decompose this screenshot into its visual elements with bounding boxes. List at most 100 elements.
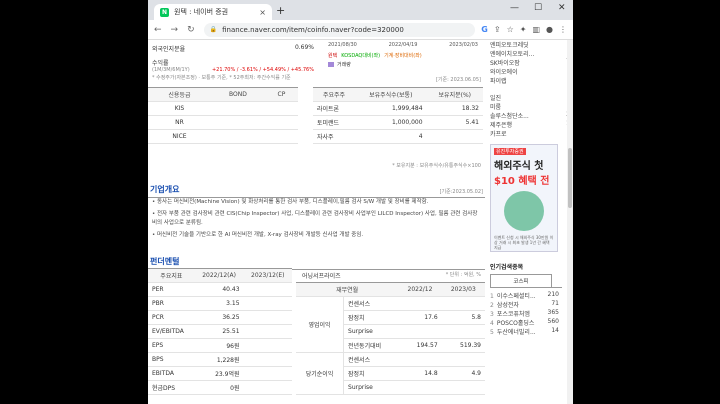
popular-rank: 5 (490, 329, 494, 336)
metric-name: Surprise (343, 380, 399, 395)
popular-name: POSCO홀딩스 (496, 320, 535, 327)
table-row: BPS 1,228원 (148, 352, 292, 367)
surprise-caption: 어닝서프라이즈 * 단위 : 억원, % (298, 271, 485, 280)
chart-date-3: 2023/02/03 (449, 42, 478, 48)
popular-item[interactable]: 5 두산에너빌리... 14 (490, 327, 562, 336)
popular-left: 1 이수스페셜티... (490, 291, 536, 300)
popular-item[interactable]: 1 이수스페셜티... 210 (490, 291, 562, 300)
indicator-estimate (243, 352, 292, 367)
sidebar-stock-name: SK바이오팜 (490, 60, 520, 67)
sidebar-stock-item[interactable]: 미룸 (490, 102, 573, 111)
sidebar-stock-item[interactable]: 일진 (490, 93, 573, 102)
sidepanel-icon[interactable]: ▥ (532, 25, 540, 34)
metric-period2 (441, 324, 485, 339)
sidebar-stock-name: 카프로 (490, 131, 507, 138)
sidebar-stock-item[interactable]: 파이랩 (490, 76, 573, 85)
surprise-label: 어닝서프라이즈 (302, 273, 341, 280)
metric-period2: 519.39 (441, 338, 485, 353)
indicator-name: PCR (148, 310, 195, 325)
indicator-actual: 1,228원 (194, 352, 244, 367)
metric-name: 전년동기대비 (343, 338, 399, 353)
browser-tab[interactable]: N 원텍 : 네이버 증권 × (154, 4, 272, 20)
indicator-actual: 96원 (194, 338, 244, 353)
popular-value: 71 (551, 300, 559, 307)
close-window-icon[interactable]: ✕ (558, 3, 566, 13)
sidebar-stock-item[interactable]: 카프로 (490, 129, 573, 138)
unit-label: * 단위 : 억원, % (445, 272, 481, 278)
scrollbar-thumb[interactable] (568, 148, 572, 208)
address-bar[interactable]: 🔒 finance.naver.com/item/coinfo.naver?co… (203, 22, 476, 37)
indicator-actual: 23.9억원 (194, 366, 244, 381)
holder-pct: 18.32 (426, 101, 483, 116)
popular-title: 인기검색종목 (490, 264, 524, 271)
indicator-name: 현금DPS (148, 380, 195, 395)
holder-name: 라이트론 (313, 101, 355, 116)
overview-line: • 전자 부품 관련 검사장비 관련 CIS(Chip Inspector) 사… (152, 211, 478, 226)
indicator-name: BPS (148, 352, 195, 367)
menu-icon[interactable]: ⋮ (559, 25, 567, 34)
sidebar-stock-item[interactable]: 엔피오토크레딧 (490, 40, 573, 49)
main-column: 외국인지분율 0.69% 수익률 (1M/3M/6M/1Y) +21.70% /… (148, 40, 485, 404)
ad-banner[interactable]: 유진투자증권 해외주식 첫 $10 혜택 전 이벤트 신청 시 해외주식 30만… (490, 144, 558, 252)
sidebar-stock-name: 와이오에이 (490, 69, 518, 76)
table-row: EBITDA 23.9억원 (148, 366, 292, 381)
page-scrollbar[interactable] (567, 40, 573, 404)
overview-text: 동사는 머신비전(Machine Vision) 및 화상처리를 통한 검사 부… (157, 199, 429, 205)
minimize-icon[interactable]: — (510, 3, 519, 13)
credit-table: 신용등급 BOND CP KIS NR NICE (148, 87, 298, 144)
ad-small: 이벤트 신청 시 해외주식 30만원 이상 거래 시 최초 발생 1년 간 혜택… (494, 235, 554, 250)
fundamentals-title: 펀더멘털 (150, 257, 180, 266)
bookmark-star-icon[interactable]: ☆ (507, 25, 514, 34)
shares-header: 보유주식수(보통) (354, 87, 427, 102)
extensions-icon[interactable]: ✦ (520, 25, 527, 34)
holder-shares: 4 (354, 129, 427, 144)
sidebar-stock-item[interactable]: 제주은행1 (490, 120, 573, 129)
ad-brand: 유진투자증권 (494, 148, 526, 155)
sidebar-stock-item[interactable]: SK바이오팜7 (490, 58, 573, 67)
metric-period2 (441, 296, 485, 311)
popular-item[interactable]: 3 포스코퓨처엠 365 (490, 309, 562, 318)
share-icon[interactable]: ⇪ (494, 25, 501, 34)
reload-icon[interactable]: ↻ (187, 25, 195, 35)
table-row: EV/EBITDA 25.51 (148, 324, 292, 339)
forward-icon[interactable]: → (171, 25, 179, 35)
table-row: PBR 3.15 (148, 296, 292, 311)
close-tab-icon[interactable]: × (259, 8, 266, 17)
indicator-estimate (243, 282, 292, 297)
sidebar-stock-name: 엔피오토크레딧 (490, 42, 529, 49)
popular-item[interactable]: 4 POSCO홀딩스 560 (490, 318, 562, 327)
naver-favicon-icon: N (160, 7, 169, 17)
lock-icon: 🔒 (209, 26, 218, 33)
table-row: KIS (148, 101, 298, 116)
sidebar-stock-item[interactable]: 솔루스첨단소...3 (490, 111, 573, 120)
holder-pct (426, 129, 483, 144)
tab-kospi[interactable]: 코스피 (490, 274, 552, 287)
browser-window: N 원텍 : 네이버 증권 × + — ☐ ✕ ← → ↻ 🔒 finance.… (148, 0, 573, 404)
sidebar-stock-name: 제주은행 (490, 122, 513, 129)
indicator-estimate (243, 324, 292, 339)
google-icon[interactable]: G (481, 25, 488, 34)
metric-period1 (398, 352, 442, 367)
table-row: 토미랜드 1,000,000 5.41 (313, 115, 483, 130)
new-tab-icon[interactable]: + (276, 4, 285, 17)
chart-date-1: 2021/08/30 (328, 42, 357, 48)
maximize-icon[interactable]: ☐ (534, 3, 542, 13)
metric-period1 (398, 380, 442, 395)
sidebar-stock-item[interactable]: 와이오에이 (490, 67, 573, 76)
metric-period1: 17.6 (398, 310, 442, 325)
right-sidebar: 엔피오토크레딧엔에이치오토리...SK바이오팜7 와이오에이파이랩 일진미룸솔루스… (490, 40, 573, 404)
profile-icon[interactable]: ● (546, 25, 553, 34)
back-icon[interactable]: ← (154, 25, 162, 35)
ad-headline: 해외주식 첫 (494, 161, 544, 172)
volume-swatch-icon (328, 62, 334, 67)
sidebar-stock-name: 솔루스첨단소... (490, 113, 529, 120)
indicator-actual: 3.15 (194, 296, 244, 311)
indicator-actual: 25.51 (194, 324, 244, 339)
legend-stock: 원텍 (328, 53, 338, 59)
sidebar-stock-item[interactable]: 엔에이치오토리... (490, 49, 573, 58)
indicator-header: 주요지표 (148, 268, 195, 283)
popular-item[interactable]: 2 삼성전자 71 (490, 300, 562, 309)
table-row: 라이트론 1,999,484 18.32 (313, 101, 483, 116)
metric-period2 (441, 380, 485, 395)
sidebar-stock-name: 파이랩 (490, 78, 507, 85)
